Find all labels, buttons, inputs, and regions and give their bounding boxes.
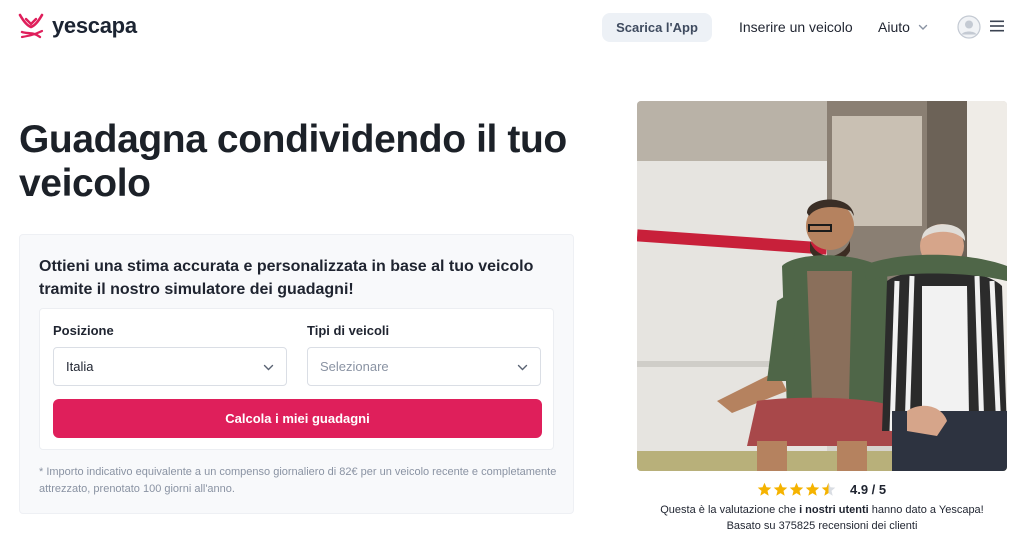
position-select[interactable]: Italia [53, 347, 287, 386]
brand-logo[interactable]: yescapa [18, 12, 137, 40]
calculate-earnings-button[interactable]: Calcola i miei guadagni [53, 399, 542, 438]
star-full-icon [789, 482, 804, 496]
rating-score: 4.9 / 5 [850, 482, 887, 497]
rating-line-1-suffix: hanno dato a Yescapa! [868, 504, 984, 516]
hamburger-menu-icon[interactable] [990, 20, 1004, 32]
help-menu[interactable]: Aiuto [878, 19, 928, 35]
position-value: Italia [66, 359, 94, 374]
page-title: Guadagna condividendo il tuo veicolo [19, 118, 567, 205]
estimate-footnote: * Importo indicativo equivalente a un co… [39, 466, 557, 495]
rating-line-1: Questa è la valutazione che i nostri ute… [637, 502, 1007, 518]
user-avatar-icon[interactable] [957, 15, 981, 39]
chevron-down-icon [918, 24, 928, 30]
star-full-icon [757, 482, 772, 496]
star-full-icon [773, 482, 788, 496]
estimator-form: Posizione Tipi di veicoli Italia Selezio… [39, 308, 554, 450]
star-half-icon [821, 482, 836, 496]
position-label: Posizione [53, 323, 114, 338]
star-full-icon [805, 482, 820, 496]
owners-by-campervan-image [637, 101, 1007, 471]
chevron-down-icon [517, 364, 528, 371]
rating-line-2: Basato su 375825 recensioni dei clienti [726, 520, 918, 532]
estimator-heading: Ottieni una stima accurata e personalizz… [39, 258, 534, 298]
chevron-down-icon [263, 364, 274, 371]
vehicle-type-select[interactable]: Selezionare [307, 347, 541, 386]
earnings-estimator-card: Ottieni una stima accurata e personalizz… [19, 234, 574, 514]
rating-line-1-prefix: Questa è la valutazione che [660, 504, 800, 516]
brand-name: yescapa [52, 13, 137, 38]
download-app-button[interactable]: Scarica l'App [602, 13, 712, 42]
help-label: Aiuto [878, 19, 910, 35]
add-vehicle-link[interactable]: Inserire un veicolo [739, 19, 853, 35]
vehicle-type-placeholder: Selezionare [320, 359, 389, 374]
yescapa-logo-icon [18, 13, 44, 39]
vehicle-type-label: Tipi di veicoli [307, 323, 390, 338]
rating-line-1-bold: i nostri utenti [799, 504, 869, 516]
rating-description: Questa è la valutazione che i nostri ute… [637, 502, 1007, 534]
top-nav: yescapa Scarica l'App Inserire un veicol… [0, 0, 1024, 54]
rating-summary: 4.9 / 5 [757, 482, 886, 497]
hero-photo [637, 101, 1007, 471]
rating-stars [757, 482, 836, 497]
